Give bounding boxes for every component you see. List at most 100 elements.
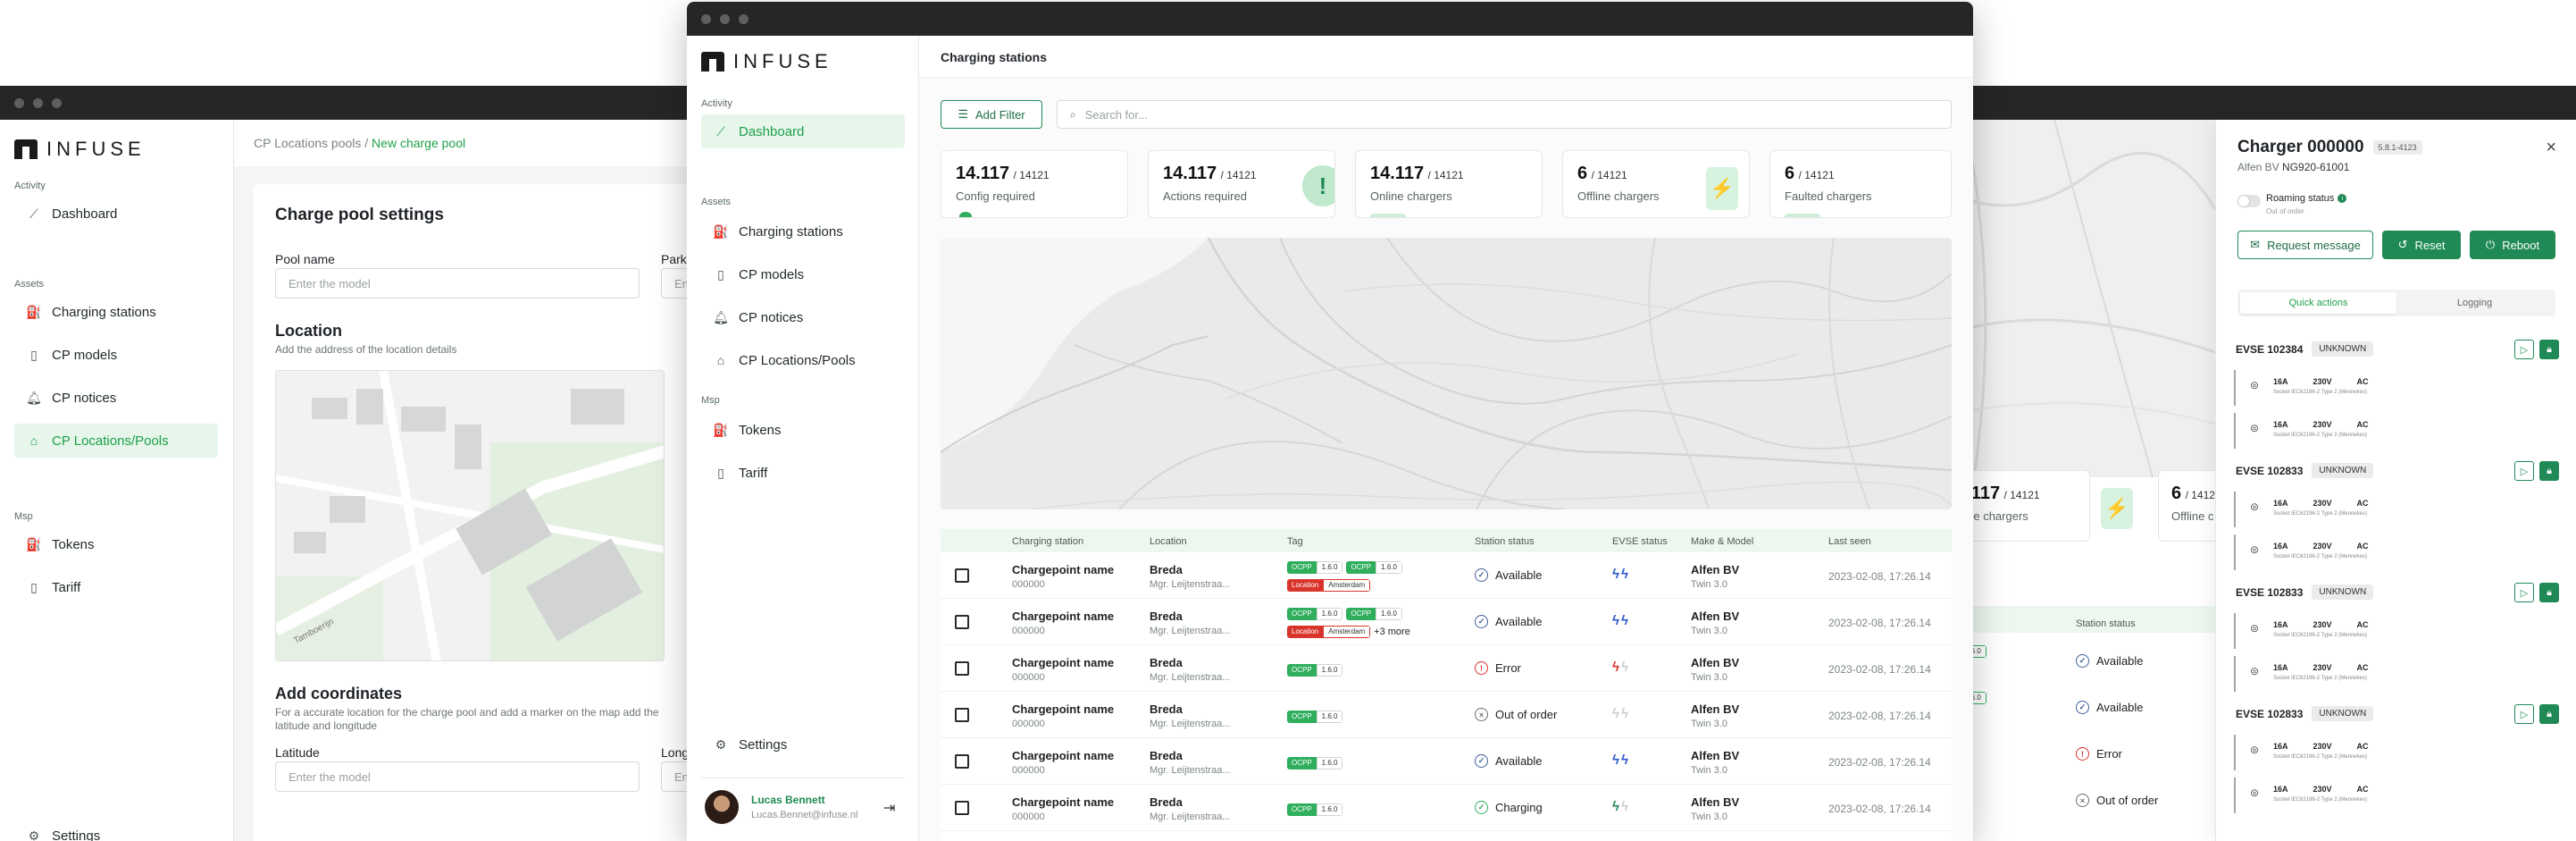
window-maximize-dot[interactable]	[52, 97, 62, 108]
col-charging-station[interactable]: Charging station	[1012, 536, 1083, 547]
col-evse-status[interactable]: EVSE status	[1612, 536, 1668, 547]
latitude-input[interactable]: Enter the model	[275, 761, 640, 792]
sidebar-item-cp-notices[interactable]: 🔔︎ CP notices	[701, 300, 905, 334]
connector-desc: Socket IEC62196-2 Type 2 (Mennekes)	[2273, 633, 2367, 638]
sidebar-item-charging-stations[interactable]: ⛽ Charging stations	[14, 295, 218, 329]
station-name[interactable]: Chargepoint name	[1012, 563, 1114, 576]
table-row[interactable]: Chargepoint name 000000 Breda Mgr. Leijten…	[941, 785, 1952, 831]
roaming-sub: Out of order	[2266, 207, 2304, 215]
window-minimize-dot[interactable]	[33, 97, 43, 108]
sidebar-item-cp-models[interactable]: ▯ CP models	[14, 338, 218, 372]
reboot-button[interactable]: ⏻ Reboot	[2470, 231, 2555, 259]
row-checkbox[interactable]	[955, 754, 969, 769]
tag-value: 1.6.0	[1316, 710, 1343, 723]
sidebar-item-dashboard[interactable]: ⟋ Dashboard	[701, 114, 905, 148]
table-row[interactable]: Chargepoint name 000000 Breda Mgr. Leijten…	[941, 599, 1952, 645]
tag-chip[interactable]: OCPP 1.6.0	[1346, 560, 1402, 574]
station-name[interactable]: Chargepoint name	[1012, 656, 1114, 669]
tag-chip[interactable]: OCPP 1.6.0	[1287, 663, 1343, 677]
table-row[interactable]: Chargepoint name 000000 Breda Mgr. Leijten…	[941, 738, 1952, 785]
more-tags-link[interactable]: +3 more	[1374, 627, 1410, 637]
sidebar-item-cp-notices[interactable]: 🔔︎ CP notices	[14, 381, 218, 415]
stat-card-offline-chargers[interactable]: 6 / 14121 Offline chargers ⚡	[1562, 150, 1750, 218]
cell-location: Breda Mgr. Leijtenstraa...	[1150, 563, 1231, 590]
tag-chip[interactable]: OCPP 1.6.0	[1287, 607, 1343, 620]
sidebar-item-tokens[interactable]: ⛽ Tokens	[701, 413, 905, 447]
station-name[interactable]: Chargepoint name	[1012, 795, 1114, 809]
tab-quick-actions[interactable]: Quick actions	[2240, 292, 2396, 314]
stat-card-faulted-chargers[interactable]: 6 / 14121 Faulted chargers	[1769, 150, 1952, 218]
sidebar-item-settings[interactable]: ⚙ Settings	[701, 727, 905, 761]
search-input[interactable]: ⌕ Search for...	[1057, 100, 1952, 129]
connector-desc: Socket IEC62196-2 Type 2 (Mennekes)	[2273, 797, 2367, 803]
breadcrumb-item[interactable]: pools	[331, 136, 361, 150]
location-map[interactable]: Tamboerijn	[275, 370, 665, 661]
table-row[interactable]: Chargepoint name 000000 Breda Mgr. Leijten…	[941, 552, 1952, 599]
row-checkbox[interactable]	[955, 661, 969, 676]
lock-icon[interactable]: 🔒︎	[2539, 583, 2559, 602]
row-checkbox[interactable]	[955, 568, 969, 583]
col-location[interactable]: Location	[1150, 536, 1187, 547]
tab-logging[interactable]: Logging	[2396, 292, 2553, 314]
tag-chip[interactable]: OCPP 1.6.0	[1287, 756, 1343, 770]
station-name[interactable]: Chargepoint name	[1012, 610, 1114, 623]
connector-desc: Socket IEC62196-2 Type 2 (Mennekes)	[2273, 676, 2367, 681]
lock-icon[interactable]: 🔒︎	[2539, 704, 2559, 724]
window-maximize-dot[interactable]	[739, 13, 749, 24]
station-name[interactable]: Chargepoint name	[1012, 702, 1114, 716]
station-name[interactable]: Chargepoint name	[1012, 749, 1114, 762]
col-make-model[interactable]: Make & Model	[1691, 536, 1753, 547]
close-icon[interactable]: ×	[2546, 138, 2556, 158]
table-row[interactable]: Chargepoint name 000000 Breda Mgr. Leijten…	[941, 645, 1952, 692]
sidebar-item-tariff[interactable]: ▯ Tariff	[701, 456, 905, 490]
row-checkbox[interactable]	[955, 615, 969, 629]
window-minimize-dot[interactable]	[720, 13, 730, 24]
chart-line-icon: ⟋	[29, 206, 38, 221]
col-last-seen[interactable]: Last seen	[1828, 536, 1871, 547]
stat-card-config-required[interactable]: 14.117 / 14121 Config required	[941, 150, 1128, 218]
sidebar-item-cp-locations[interactable]: ⌂ CP Locations/Pools	[701, 343, 905, 377]
stations-map[interactable]	[941, 238, 1952, 509]
col-station-status[interactable]: Station status	[1475, 536, 1535, 547]
play-icon[interactable]: ▷	[2514, 583, 2534, 602]
sidebar-item-label: Tokens	[52, 536, 95, 552]
check-circle-icon: ✓	[1475, 754, 1488, 768]
breadcrumb-item[interactable]: CP Locations	[254, 136, 328, 150]
stat-total: / 14121	[1427, 169, 1464, 181]
tag-chip[interactable]: Location Amsterdam	[1287, 625, 1371, 638]
avatar[interactable]	[705, 790, 739, 824]
play-icon[interactable]: ▷	[2514, 461, 2534, 481]
sidebar-item-dashboard[interactable]: ⟋ Dashboard	[14, 197, 218, 231]
tag-chip[interactable]: OCPP 1.6.0	[1287, 710, 1343, 723]
window-close-dot[interactable]	[701, 13, 711, 24]
pool-name-input[interactable]: Enter the model	[275, 268, 640, 299]
sidebar-item-label: CP notices	[739, 309, 804, 325]
lock-icon[interactable]: 🔒︎	[2539, 340, 2559, 359]
window-close-dot[interactable]	[14, 97, 24, 108]
roaming-toggle[interactable]	[2237, 195, 2261, 207]
tag-chip[interactable]: Location Amsterdam	[1287, 578, 1371, 592]
stat-card-online-chargers[interactable]: 14.117 / 14121 Online chargers	[1355, 150, 1543, 218]
play-icon[interactable]: ▷	[2514, 704, 2534, 724]
sidebar-item-cp-models[interactable]: ▯ CP models	[701, 257, 905, 291]
row-checkbox[interactable]	[955, 708, 969, 722]
logout-icon[interactable]: ⇥	[883, 799, 895, 817]
tag-chip[interactable]: OCPP 1.6.0	[1346, 607, 1402, 620]
sidebar-item-charging-stations[interactable]: ⛽ Charging stations	[701, 214, 905, 248]
stat-card-actions-required[interactable]: 14.117 / 14121 Actions required !	[1148, 150, 1335, 218]
reset-button[interactable]: ↺ Reset	[2382, 231, 2461, 259]
tag-chip[interactable]: OCPP 1.6.0	[1287, 560, 1343, 574]
sidebar-item-cp-locations[interactable]: ⌂ CP Locations/Pools	[14, 424, 218, 458]
sidebar-item-tokens[interactable]: ⛽ Tokens	[14, 527, 218, 561]
sidebar-item-tariff[interactable]: ▯ Tariff	[14, 570, 218, 604]
sidebar-item-settings[interactable]: ⚙ Settings	[14, 819, 218, 841]
play-icon[interactable]: ▷	[2514, 340, 2534, 359]
add-filter-button[interactable]: ☰ Add Filter	[941, 100, 1042, 129]
table-row[interactable]: Chargepoint name 000000 Breda Mgr. Leijten…	[941, 692, 1952, 738]
tag-chip[interactable]: OCPP 1.6.0	[1287, 803, 1343, 816]
cell-make-model: Alfen BV Twin 3.0	[1691, 702, 1739, 729]
request-message-button[interactable]: ✉ Request message	[2237, 231, 2373, 259]
col-tag[interactable]: Tag	[1287, 536, 1303, 547]
row-checkbox[interactable]	[955, 801, 969, 815]
lock-icon[interactable]: 🔒︎	[2539, 461, 2559, 481]
